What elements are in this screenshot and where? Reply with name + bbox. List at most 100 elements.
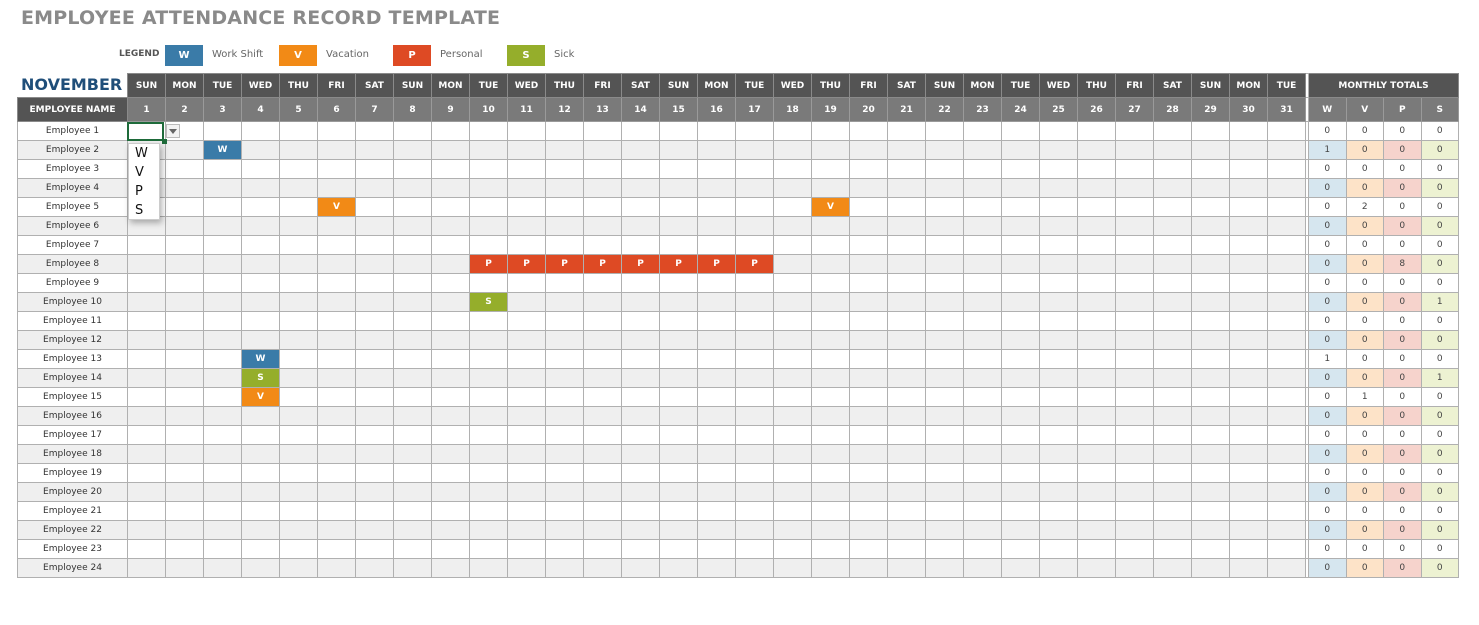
attendance-cell[interactable] bbox=[165, 482, 204, 502]
attendance-cell[interactable] bbox=[583, 216, 622, 236]
attendance-cell[interactable] bbox=[393, 501, 432, 521]
attendance-cell[interactable] bbox=[1115, 292, 1154, 312]
attendance-cell[interactable] bbox=[925, 330, 964, 350]
attendance-cell[interactable] bbox=[583, 501, 622, 521]
attendance-cell[interactable] bbox=[963, 178, 1002, 198]
attendance-cell[interactable] bbox=[355, 197, 394, 217]
attendance-cell[interactable] bbox=[1153, 140, 1192, 160]
attendance-cell[interactable] bbox=[849, 178, 888, 198]
attendance-cell[interactable] bbox=[735, 121, 774, 141]
attendance-cell[interactable] bbox=[127, 273, 166, 293]
attendance-cell[interactable] bbox=[963, 425, 1002, 445]
attendance-cell[interactable] bbox=[317, 178, 356, 198]
attendance-cell[interactable] bbox=[279, 463, 318, 483]
attendance-cell[interactable] bbox=[1191, 140, 1230, 160]
attendance-cell[interactable] bbox=[773, 539, 812, 559]
attendance-cell[interactable] bbox=[621, 178, 660, 198]
attendance-cell[interactable] bbox=[963, 121, 1002, 141]
attendance-cell[interactable] bbox=[849, 292, 888, 312]
attendance-cell[interactable] bbox=[165, 520, 204, 540]
attendance-cell[interactable] bbox=[849, 368, 888, 388]
attendance-cell[interactable] bbox=[1077, 425, 1116, 445]
attendance-cell[interactable] bbox=[773, 349, 812, 369]
attendance-cell[interactable] bbox=[1039, 425, 1078, 445]
attendance-cell[interactable] bbox=[545, 425, 584, 445]
attendance-cell[interactable] bbox=[621, 349, 660, 369]
attendance-cell[interactable] bbox=[849, 558, 888, 578]
attendance-cell[interactable] bbox=[773, 368, 812, 388]
attendance-cell[interactable] bbox=[1153, 406, 1192, 426]
attendance-cell[interactable] bbox=[1229, 406, 1268, 426]
attendance-cell[interactable] bbox=[1039, 558, 1078, 578]
attendance-cell[interactable] bbox=[887, 425, 926, 445]
attendance-cell[interactable] bbox=[697, 292, 736, 312]
attendance-cell[interactable] bbox=[469, 235, 508, 255]
attendance-cell[interactable]: P bbox=[507, 254, 546, 274]
attendance-cell[interactable] bbox=[925, 292, 964, 312]
attendance-cell[interactable] bbox=[621, 406, 660, 426]
attendance-cell[interactable] bbox=[659, 235, 698, 255]
attendance-cell[interactable] bbox=[545, 444, 584, 464]
attendance-cell[interactable] bbox=[1001, 501, 1040, 521]
attendance-cell[interactable] bbox=[507, 406, 546, 426]
attendance-cell[interactable] bbox=[773, 520, 812, 540]
attendance-cell[interactable] bbox=[507, 368, 546, 388]
attendance-cell[interactable] bbox=[355, 368, 394, 388]
attendance-cell[interactable] bbox=[279, 349, 318, 369]
attendance-cell[interactable] bbox=[393, 330, 432, 350]
attendance-cell[interactable]: P bbox=[697, 254, 736, 274]
attendance-cell[interactable] bbox=[1229, 520, 1268, 540]
attendance-cell[interactable] bbox=[545, 159, 584, 179]
attendance-cell[interactable] bbox=[393, 311, 432, 331]
attendance-cell[interactable] bbox=[849, 330, 888, 350]
attendance-cell[interactable] bbox=[469, 368, 508, 388]
attendance-cell[interactable] bbox=[1001, 311, 1040, 331]
attendance-cell[interactable] bbox=[887, 311, 926, 331]
attendance-cell[interactable] bbox=[1191, 216, 1230, 236]
attendance-cell[interactable] bbox=[583, 121, 622, 141]
attendance-cell[interactable] bbox=[1001, 159, 1040, 179]
attendance-cell[interactable] bbox=[1077, 235, 1116, 255]
attendance-cell[interactable] bbox=[355, 292, 394, 312]
attendance-cell[interactable] bbox=[317, 444, 356, 464]
attendance-cell[interactable] bbox=[773, 216, 812, 236]
attendance-cell[interactable] bbox=[317, 311, 356, 331]
attendance-cell[interactable] bbox=[811, 558, 850, 578]
attendance-cell[interactable]: V bbox=[317, 197, 356, 217]
attendance-cell[interactable] bbox=[279, 406, 318, 426]
attendance-cell[interactable] bbox=[963, 482, 1002, 502]
dropdown-option-v[interactable]: V bbox=[129, 163, 159, 182]
attendance-cell[interactable] bbox=[1153, 387, 1192, 407]
attendance-cell[interactable] bbox=[545, 406, 584, 426]
attendance-cell[interactable] bbox=[431, 311, 470, 331]
attendance-cell[interactable] bbox=[507, 558, 546, 578]
attendance-cell[interactable] bbox=[1077, 368, 1116, 388]
attendance-cell[interactable] bbox=[393, 254, 432, 274]
attendance-cell[interactable] bbox=[849, 235, 888, 255]
attendance-cell[interactable] bbox=[241, 501, 280, 521]
attendance-cell[interactable] bbox=[583, 558, 622, 578]
attendance-cell[interactable] bbox=[1229, 425, 1268, 445]
attendance-cell[interactable] bbox=[1039, 273, 1078, 293]
attendance-cell[interactable] bbox=[203, 558, 242, 578]
attendance-cell[interactable] bbox=[1039, 387, 1078, 407]
attendance-cell[interactable] bbox=[203, 444, 242, 464]
attendance-cell[interactable] bbox=[735, 140, 774, 160]
attendance-cell[interactable] bbox=[1115, 197, 1154, 217]
attendance-cell[interactable] bbox=[1267, 197, 1306, 217]
attendance-cell[interactable] bbox=[355, 558, 394, 578]
attendance-cell[interactable] bbox=[355, 273, 394, 293]
attendance-cell[interactable] bbox=[469, 520, 508, 540]
attendance-cell[interactable] bbox=[1039, 178, 1078, 198]
attendance-cell[interactable] bbox=[963, 292, 1002, 312]
attendance-cell[interactable] bbox=[1191, 330, 1230, 350]
attendance-cell[interactable] bbox=[659, 311, 698, 331]
attendance-cell[interactable] bbox=[165, 273, 204, 293]
attendance-cell[interactable] bbox=[811, 444, 850, 464]
attendance-cell[interactable] bbox=[279, 368, 318, 388]
attendance-cell[interactable] bbox=[165, 387, 204, 407]
attendance-cell[interactable] bbox=[1153, 273, 1192, 293]
attendance-cell[interactable] bbox=[583, 311, 622, 331]
attendance-cell[interactable] bbox=[583, 444, 622, 464]
attendance-cell[interactable] bbox=[1001, 330, 1040, 350]
